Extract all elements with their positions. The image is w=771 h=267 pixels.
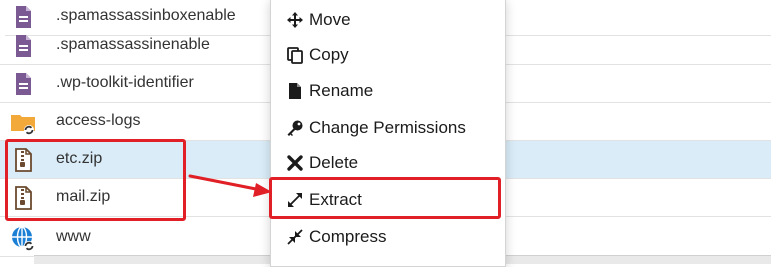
file-name: access-logs xyxy=(56,112,141,129)
menu-label: Copy xyxy=(309,45,349,64)
close-icon xyxy=(287,155,303,171)
file-icon xyxy=(289,83,301,99)
menu-label: Compress xyxy=(309,227,387,246)
document-icon xyxy=(16,73,31,95)
compress-icon xyxy=(287,229,303,245)
menu-item-move[interactable]: Move xyxy=(271,2,505,36)
row-edge xyxy=(0,219,5,256)
move-icon xyxy=(287,12,303,28)
menu-label: Move xyxy=(309,10,351,29)
annotation-arrow xyxy=(188,174,272,197)
extract-highlight xyxy=(269,177,501,219)
menu-label: Change Permissions xyxy=(309,118,466,137)
menu-item-change-permissions[interactable]: Change Permissions xyxy=(271,110,505,144)
row-edge xyxy=(0,103,5,140)
menu-label: Rename xyxy=(309,81,374,100)
menu-item-compress[interactable]: Compress xyxy=(271,219,505,253)
file-name: .spamassassinboxenable xyxy=(56,7,236,24)
file-name: .spamassassinenable xyxy=(56,36,210,53)
globe-link-icon xyxy=(12,226,34,251)
folder-link-icon xyxy=(11,115,35,135)
menu-item-delete[interactable]: Delete xyxy=(271,145,505,179)
context-menu: Move Copy Rename Change Permissions Dele… xyxy=(270,0,506,267)
row-edge xyxy=(0,27,5,64)
key-icon xyxy=(287,120,303,136)
menu-item-copy[interactable]: Copy xyxy=(271,37,505,71)
menu-item-rename[interactable]: Rename xyxy=(271,73,505,107)
zip-files-highlight xyxy=(5,139,186,221)
file-name: .wp-toolkit-identifier xyxy=(56,74,194,91)
copy-icon xyxy=(287,47,303,64)
menu-label: Delete xyxy=(309,153,359,172)
row-edge xyxy=(0,65,5,102)
file-name: www xyxy=(56,228,91,245)
document-icon xyxy=(16,35,31,57)
